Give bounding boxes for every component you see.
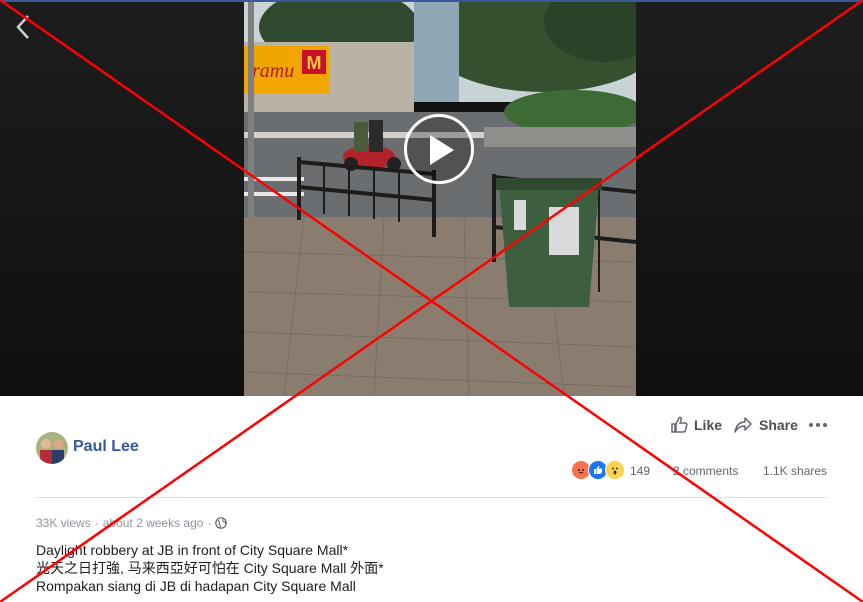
shares-count-link[interactable]: 1.1K shares	[763, 464, 827, 478]
share-label: Share	[759, 417, 798, 433]
play-button[interactable]	[404, 114, 474, 184]
reaction-count[interactable]: 149	[630, 464, 650, 478]
meta-separator-2: ·	[207, 516, 212, 530]
caption-line-1: Daylight robbery at JB in front of City …	[36, 542, 349, 558]
caption-line-3: Rompakan siang di JB di hadapan City Squ…	[36, 578, 356, 594]
like-label: Like	[694, 417, 723, 433]
post-timestamp[interactable]: about 2 weeks ago	[103, 516, 204, 530]
like-button[interactable]: Like	[670, 414, 722, 436]
post-caption: Daylight robbery at JB in front of City …	[36, 541, 384, 595]
view-count: 33K views	[36, 516, 91, 530]
author-avatar[interactable]	[36, 432, 68, 464]
post-meta: 33K views · about 2 weeks ago ·	[36, 516, 228, 530]
globe-icon[interactable]	[215, 517, 228, 529]
divider	[36, 497, 827, 498]
chevron-left-icon	[16, 15, 29, 39]
comments-count-link[interactable]: 2 comments	[673, 464, 738, 478]
wow-reaction-icon	[605, 460, 625, 480]
thumbs-up-icon	[671, 416, 688, 433]
video-frame: ramu M	[244, 2, 636, 396]
video-letterbox-left	[0, 2, 244, 396]
author-name-link[interactable]: Paul Lee	[73, 438, 139, 456]
play-icon	[430, 135, 454, 165]
svg-text:M: M	[307, 53, 322, 73]
mcdonalds-sign-text: ramu	[252, 60, 294, 82]
reactions-summary[interactable]	[571, 460, 625, 480]
meta-separator: ·	[94, 516, 99, 530]
video-letterbox-right	[636, 2, 863, 396]
video-still-image: ramu M	[244, 2, 636, 396]
avatar-image	[36, 432, 68, 464]
share-arrow-icon	[734, 417, 752, 433]
more-options-button[interactable]	[808, 416, 828, 434]
video-player[interactable]: ramu M	[0, 2, 863, 396]
share-button[interactable]: Share	[733, 414, 798, 436]
caption-line-2: 光天之日打強, 马来西亞好可怕在 City Square Mall 外面*	[36, 560, 384, 576]
back-button[interactable]	[10, 12, 36, 42]
more-dots-icon	[809, 423, 827, 427]
